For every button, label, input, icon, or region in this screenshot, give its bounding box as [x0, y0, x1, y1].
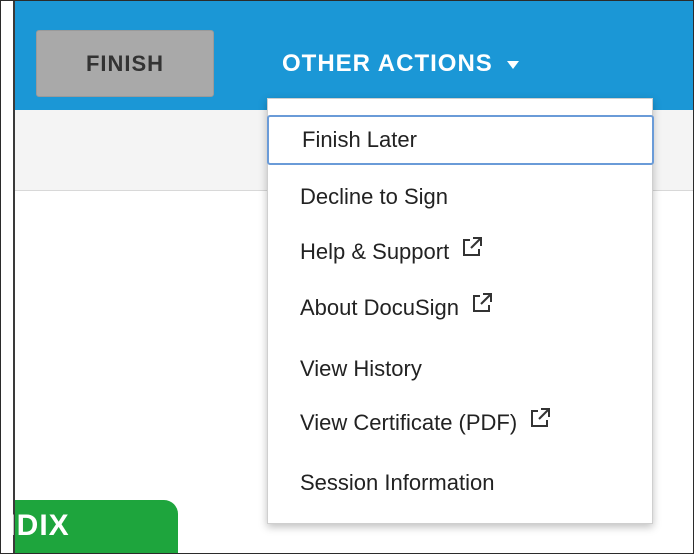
menu-item-view-certificate[interactable]: View Certificate (PDF) [268, 398, 652, 448]
menu-item-help-support[interactable]: Help & Support [268, 227, 652, 277]
menu-item-view-history[interactable]: View History [268, 344, 652, 394]
menu-item-label: Finish Later [302, 127, 417, 152]
finish-button[interactable]: FINISH [36, 30, 214, 97]
menu-item-label: View History [300, 356, 422, 381]
external-link-icon [529, 407, 551, 435]
menu-item-label: Decline to Sign [300, 184, 448, 209]
menu-item-label: View Certificate (PDF) [300, 410, 518, 435]
document-section-tab-label: NDIX [0, 509, 70, 542]
menu-item-label: Help & Support [300, 239, 450, 264]
other-actions-label: OTHER ACTIONS [282, 50, 493, 77]
caret-down-icon [506, 61, 519, 69]
left-panel-edge [1, 0, 15, 554]
menu-item-label: Session Information [300, 470, 495, 495]
other-actions-menu: Finish Later Decline to Sign Help & Supp… [267, 98, 654, 524]
menu-item-finish-later[interactable]: Finish Later [267, 115, 654, 165]
docusign-window: FINISH OTHER ACTIONS Finish Later Declin… [0, 0, 694, 554]
menu-item-about-docusign[interactable]: About DocuSign [268, 283, 652, 333]
menu-item-label: About DocuSign [300, 295, 459, 320]
external-link-icon [471, 292, 493, 320]
other-actions-dropdown[interactable]: OTHER ACTIONS [282, 44, 519, 84]
external-link-icon [461, 236, 483, 264]
menu-item-decline-to-sign[interactable]: Decline to Sign [268, 172, 652, 222]
finish-button-label: FINISH [85, 50, 165, 76]
menu-item-session-information[interactable]: Session Information [268, 458, 652, 508]
